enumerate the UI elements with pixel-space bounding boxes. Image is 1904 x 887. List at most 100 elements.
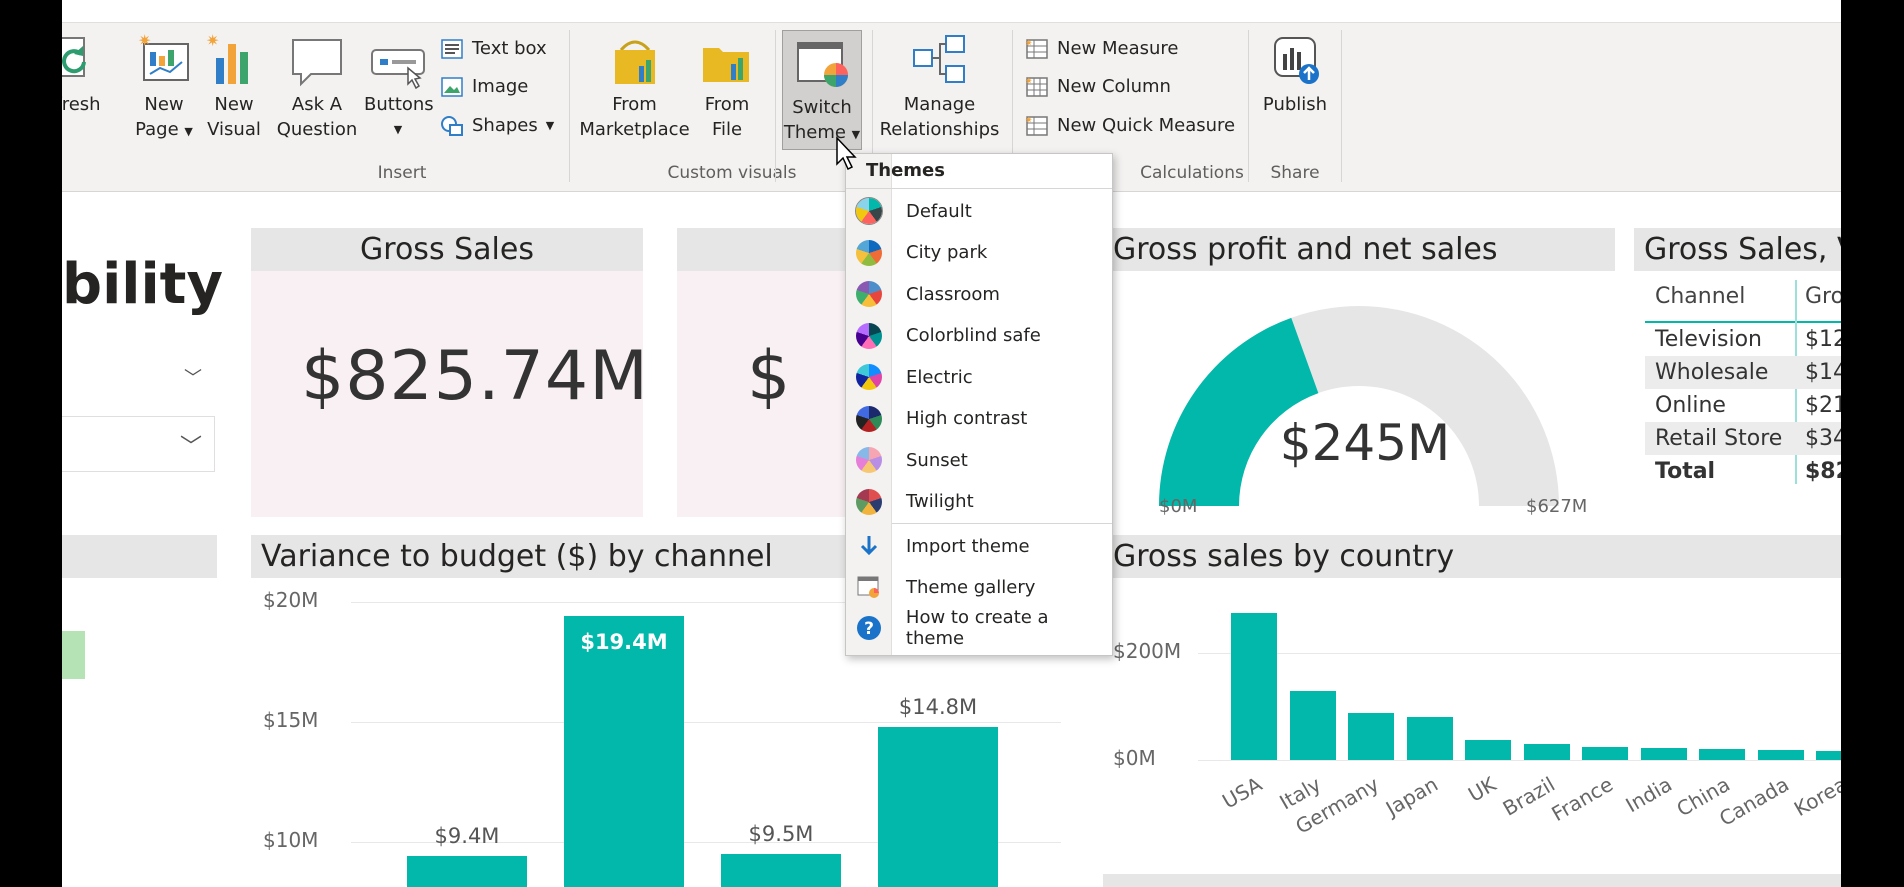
theme-pie-icon bbox=[846, 281, 892, 307]
separator bbox=[1341, 30, 1342, 182]
new-quick-measure-icon: ✷ bbox=[1025, 114, 1049, 138]
country-bar[interactable] bbox=[1640, 748, 1687, 760]
country-chart-title: Gross sales by country bbox=[1103, 535, 1841, 578]
theme-pie-icon bbox=[846, 197, 892, 225]
theme-option-colorblind-safe[interactable]: Colorblind safe bbox=[846, 317, 1112, 355]
shapes-button[interactable]: Shapes ▼ bbox=[440, 114, 554, 138]
svg-text:✷: ✷ bbox=[1025, 77, 1033, 87]
gross-sales-value: $825.74M bbox=[301, 337, 649, 416]
text-box-label: Text box bbox=[472, 38, 547, 59]
country-bar[interactable] bbox=[1406, 717, 1453, 760]
variance-bar[interactable] bbox=[878, 726, 998, 887]
country-bar[interactable] bbox=[1699, 748, 1745, 760]
theme-option-label: Twilight bbox=[906, 491, 974, 512]
theme-option-default[interactable]: Default bbox=[846, 192, 1112, 230]
variance-bar[interactable] bbox=[407, 856, 527, 887]
buttons-caret-icon: ▼ bbox=[393, 123, 403, 136]
image-button[interactable]: Image bbox=[440, 75, 528, 99]
gauge-chart[interactable] bbox=[1103, 274, 1615, 534]
manage-relationships-button[interactable]: Manage Relationships bbox=[877, 32, 1002, 142]
from-marketplace-label-line1: From bbox=[612, 94, 657, 115]
themes-dropdown-menu: Themes Default City park Classroom Colorbli… bbox=[845, 153, 1113, 656]
x-tick-label: France bbox=[1547, 772, 1617, 827]
theme-swatch-icon bbox=[856, 405, 882, 432]
switch-theme-button[interactable]: Switch Theme ▼ bbox=[782, 30, 862, 150]
power-bi-window: fresh ✷ New Page ▼ ✷ New Visual Ask A Qu… bbox=[62, 0, 1841, 887]
gauge-value: $245M bbox=[1279, 414, 1451, 472]
ask-question-label-line2: Question bbox=[276, 119, 358, 140]
variance-bar[interactable] bbox=[564, 616, 684, 887]
theme-pie-icon bbox=[846, 322, 892, 349]
ask-question-button[interactable]: Ask A Question bbox=[276, 32, 358, 142]
gridline bbox=[351, 722, 1061, 723]
country-bar[interactable] bbox=[1289, 691, 1336, 760]
share-group-label: Share bbox=[1270, 163, 1320, 183]
import-arrow-icon bbox=[846, 534, 892, 558]
theme-pie-icon bbox=[846, 447, 892, 473]
bar-data-label: $14.8M bbox=[898, 694, 978, 719]
new-column-icon: ✷ bbox=[1025, 75, 1049, 99]
y-tick-label: $0M bbox=[1113, 746, 1156, 770]
country-bar[interactable] bbox=[1757, 749, 1804, 760]
refresh-button[interactable]: fresh bbox=[62, 32, 108, 117]
separator bbox=[1248, 30, 1249, 182]
country-bar[interactable] bbox=[1523, 744, 1570, 760]
publish-button[interactable]: Publish bbox=[1255, 32, 1335, 117]
new-measure-button[interactable]: ✷ New Measure bbox=[1025, 37, 1178, 61]
country-bar[interactable] bbox=[1231, 612, 1277, 760]
theme-gallery-item[interactable]: Theme gallery bbox=[846, 568, 1112, 606]
from-file-button[interactable]: From File bbox=[692, 32, 762, 142]
marketplace-bag-icon bbox=[605, 32, 665, 90]
import-theme-item[interactable]: Import theme bbox=[846, 527, 1112, 565]
theme-option-city-park[interactable]: City park bbox=[846, 234, 1112, 272]
text-box-icon bbox=[440, 37, 464, 61]
theme-option-high-contrast[interactable]: High contrast bbox=[846, 400, 1112, 438]
ask-question-label-line1: Ask A bbox=[291, 94, 343, 115]
buttons-button[interactable]: Buttons ▼ bbox=[364, 32, 434, 142]
theme-swatch-icon bbox=[856, 447, 882, 473]
y-tick-label: $200M bbox=[1113, 638, 1182, 663]
x-tick-label: Brazil bbox=[1498, 772, 1559, 821]
theme-option-label: City park bbox=[906, 242, 988, 263]
country-chart[interactable]: $200M $0M USA Italy Germany Japan UK Brazil Fran… bbox=[1103, 582, 1841, 887]
text-box-button[interactable]: Text box bbox=[440, 37, 547, 61]
mouse-pointer-icon bbox=[836, 136, 857, 171]
theme-option-twilight[interactable]: Twilight bbox=[846, 483, 1112, 521]
y-tick-label: $10M bbox=[263, 828, 319, 852]
publish-icon bbox=[1265, 32, 1325, 90]
new-visual-button[interactable]: ✷ New Visual bbox=[206, 31, 262, 142]
from-marketplace-button[interactable]: From Marketplace bbox=[577, 32, 692, 142]
slicer-chevron-icon[interactable]: ﹀ bbox=[184, 364, 202, 390]
publish-label: Publish bbox=[1262, 94, 1328, 115]
gridline bbox=[1198, 652, 1841, 654]
manage-relationships-label-line1: Manage bbox=[903, 94, 976, 115]
theme-option-electric[interactable]: Electric bbox=[846, 358, 1112, 396]
theme-option-classroom[interactable]: Classroom bbox=[846, 275, 1112, 313]
country-bar[interactable] bbox=[1816, 750, 1841, 760]
new-page-icon: ✷ bbox=[134, 31, 194, 90]
theme-pie-icon bbox=[846, 488, 892, 515]
new-measure-icon: ✷ bbox=[1025, 37, 1049, 61]
new-column-button[interactable]: ✷ New Column bbox=[1025, 75, 1171, 99]
how-to-create-theme-item[interactable]: ? How to create a theme bbox=[846, 607, 1112, 649]
theme-option-sunset[interactable]: Sunset bbox=[846, 441, 1112, 479]
separator bbox=[569, 30, 570, 182]
theme-option-label: High contrast bbox=[906, 408, 1028, 429]
ribbon-top-strip bbox=[62, 0, 1841, 23]
slicer-dropdown[interactable]: ﹀ bbox=[62, 416, 215, 472]
new-quick-measure-button[interactable]: ✷ New Quick Measure bbox=[1025, 114, 1235, 138]
folder-icon bbox=[697, 32, 757, 90]
country-bar[interactable] bbox=[1348, 712, 1394, 760]
svg-text:✷: ✷ bbox=[206, 32, 219, 50]
theme-swatch-icon bbox=[856, 322, 882, 349]
country-bar[interactable] bbox=[1582, 747, 1628, 760]
country-bar[interactable] bbox=[1465, 739, 1511, 760]
variance-bar[interactable] bbox=[721, 854, 841, 887]
from-marketplace-label-line2: Marketplace bbox=[579, 119, 690, 140]
new-page-button[interactable]: ✷ New Page ▼ bbox=[132, 31, 196, 144]
x-tick-label: UK bbox=[1463, 772, 1500, 807]
gross-sales-card[interactable]: $825.74M bbox=[251, 271, 648, 517]
buttons-label: Buttons bbox=[364, 94, 434, 115]
theme-swatch-icon bbox=[856, 364, 882, 390]
separator bbox=[775, 30, 776, 182]
